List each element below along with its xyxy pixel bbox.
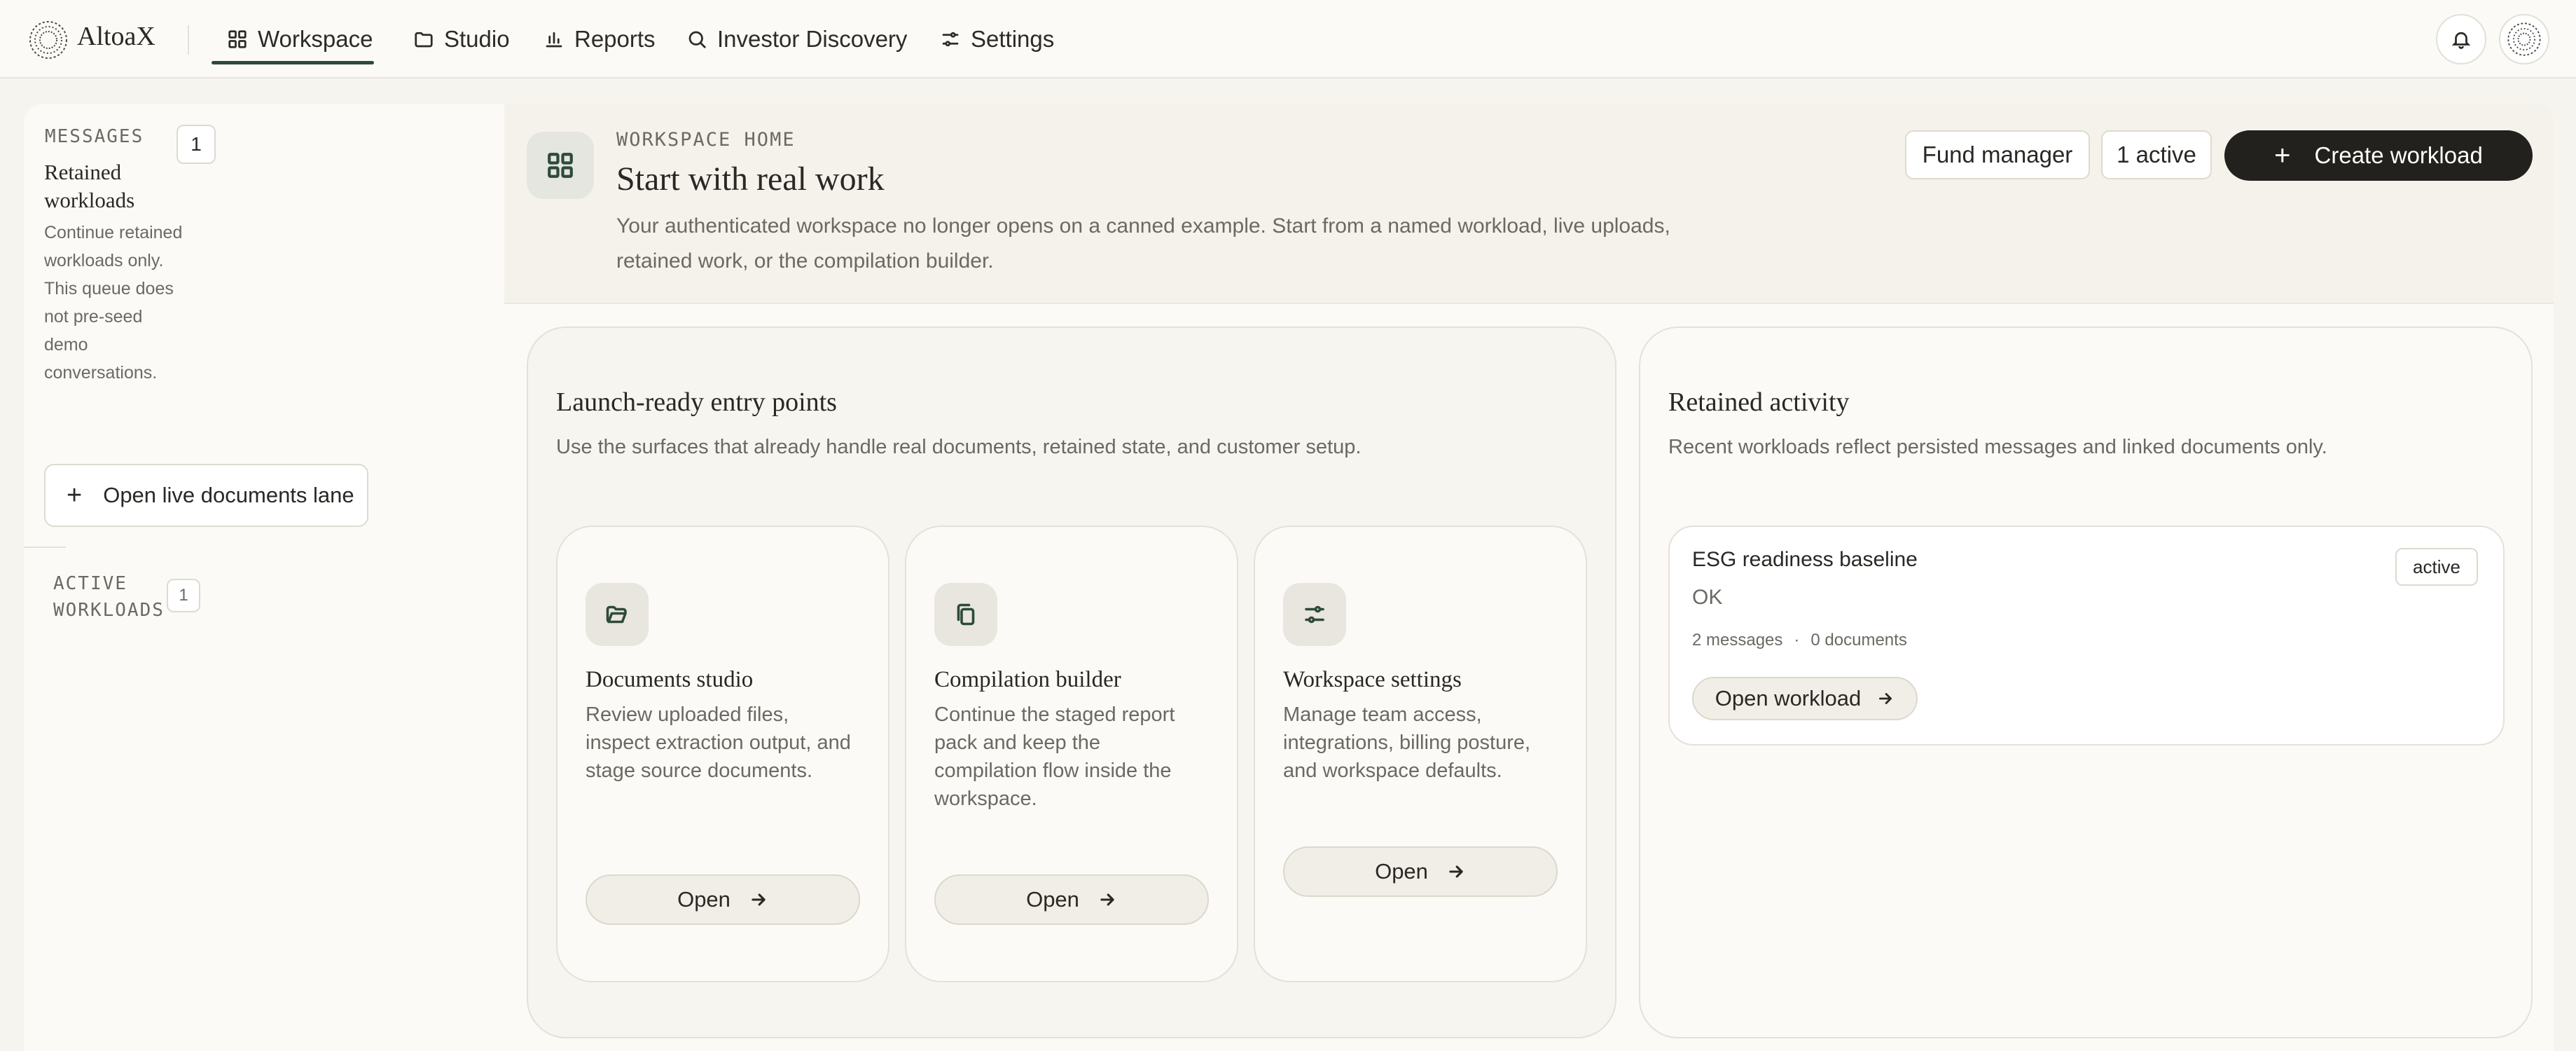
grid-icon [228,30,247,48]
open-label: Open [1375,859,1428,884]
workload-title: ESG readiness baseline [1692,548,1918,571]
entry-points-panel: Launch-ready entry points Use the surfac… [527,327,1616,1038]
create-workload-button[interactable]: + Create workload [2224,130,2533,181]
page-title: Start with real work [616,160,885,198]
create-workload-label: Create workload [2314,142,2483,168]
document-count: 0 documents [1810,631,1907,650]
nav-investor-discovery[interactable]: Investor Discovery [686,0,907,78]
open-label: Open [677,887,730,912]
plus-icon: + [2274,140,2291,171]
workload-card[interactable]: ESG readiness baseline OK 2 messages · 0… [1668,526,2505,746]
workspace-settings-card: Workspace settings Manage team access, i… [1254,526,1587,982]
nav-label: Settings [971,26,1055,52]
copy-icon [957,603,975,626]
retained-activity-title: Retained activity [1668,387,1850,417]
retained-activity-description: Recent workloads reflect persisted messa… [1668,436,2327,458]
notifications-button[interactable] [2436,14,2486,64]
nav-label: Workspace [258,26,373,52]
open-label: Open [1026,887,1079,912]
bar-chart-icon [546,32,562,48]
grid-icon [548,153,573,178]
brand-name[interactable]: AltoaX [77,21,155,52]
nav-label: Studio [444,26,510,52]
retained-workloads-title: Retained workloads [44,160,135,212]
open-live-documents-label: Open live documents lane [103,483,354,507]
card-icon-tile [934,583,997,646]
card-title: Workspace settings [1283,667,1462,692]
arrow-right-icon [1449,865,1463,878]
arrow-right-icon [1100,893,1114,906]
arrow-right-icon [1879,693,1892,704]
role-chip[interactable]: Fund manager [1905,130,2090,179]
entry-points-description: Use the surfaces that already handle rea… [556,436,1362,458]
folder-icon [415,32,433,48]
plus-icon: + [67,481,83,510]
card-icon-tile [586,583,649,646]
card-icon-tile [1283,583,1346,646]
open-live-documents-button[interactable]: + Open live documents lane [44,464,368,527]
open-documents-studio-button[interactable]: Open [586,874,860,925]
nav-label: Investor Discovery [717,26,908,52]
retained-activity-panel: Retained activity Recent workloads refle… [1639,327,2533,1038]
folder-open-icon [606,605,627,624]
messages-heading: MESSAGES [45,126,144,147]
sidebar-divider [24,547,66,548]
top-bar: AltoaX Workspace Studio Reports Investor… [0,0,2576,78]
message-count: 2 messages [1692,631,1783,650]
card-description: Continue the staged report pack and keep… [934,703,1175,810]
logo-icon[interactable] [28,20,69,60]
active-workloads-heading: ACTIVE WORKLOADS [53,573,165,621]
nav-settings[interactable]: Settings [940,0,1054,78]
arrow-right-icon [752,893,766,906]
compilation-builder-card: Compilation builder Continue the staged … [905,526,1238,982]
search-icon [688,31,706,48]
workspace-icon-tile [527,132,594,199]
workload-meta: 2 messages · 0 documents [1692,631,1907,650]
open-workspace-settings-button[interactable]: Open [1283,846,1558,897]
card-description: Manage team access, integrations, billin… [1283,703,1531,782]
retained-workloads-description: Continue retained workloads only. This q… [44,223,183,383]
open-compilation-builder-button[interactable]: Open [934,874,1209,925]
hero-eyebrow: WORKSPACE HOME [616,129,796,151]
main-content: WORKSPACE HOME Start with real work Your… [504,104,2554,1051]
bell-icon [2451,32,2471,49]
settings-sliders-icon [1305,605,1324,624]
workload-status: OK [1692,586,1723,609]
sliders-icon [942,32,959,47]
status-badge: active [2395,548,2478,586]
active-workloads-count-badge: 1 [167,579,200,612]
workspace-hero: WORKSPACE HOME Start with real work Your… [504,104,2554,304]
meta-separator: · [1794,631,1800,650]
card-description: Review uploaded files, inspect extractio… [586,703,851,782]
open-workload-button[interactable]: Open workload [1692,677,1918,720]
avatar[interactable] [2499,14,2549,64]
nav-label: Reports [574,26,656,52]
open-workload-label: Open workload [1715,686,1862,710]
card-title: Compilation builder [934,667,1121,692]
documents-studio-card: Documents studio Review uploaded files, … [556,526,889,982]
entry-points-title: Launch-ready entry points [556,387,837,417]
nav-studio[interactable]: Studio [413,0,510,78]
divider [188,25,189,55]
nav-reports[interactable]: Reports [543,0,656,78]
card-title: Documents studio [586,667,754,692]
active-count-chip[interactable]: 1 active [2101,130,2212,179]
sidebar: MESSAGES 1 Retained workloads Continue r… [24,104,504,1051]
hero-description: Your authenticated workspace no longer o… [616,214,1670,273]
nav-workspace[interactable]: Workspace [211,0,375,78]
